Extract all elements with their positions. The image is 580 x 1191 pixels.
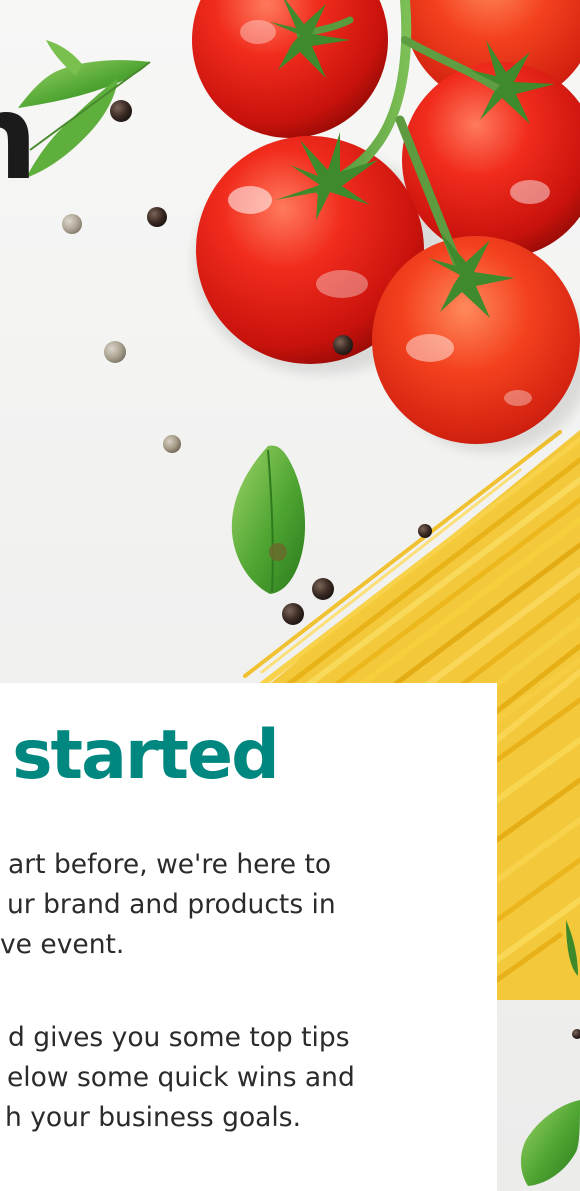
card-heading: u started — [0, 716, 280, 795]
tips-paragraph-line: d gives you some top tips — [8, 1022, 350, 1053]
tips-paragraph: d gives you some top tips elow some quic… — [0, 1018, 480, 1138]
intro-paragraph-line: ve event. — [0, 929, 125, 960]
tips-paragraph-line: h your business goals. — [5, 1102, 302, 1133]
tips-paragraph-line: elow some quick wins and — [7, 1062, 355, 1093]
hero-headline: n — [0, 78, 38, 196]
basil-leaf-illustration — [231, 445, 306, 594]
intro-paragraph-line: art before, we're here to — [8, 849, 332, 880]
intro-paragraph-line: ur brand and products in — [7, 889, 336, 920]
intro-paragraph: art before, we're here to ur brand and p… — [0, 845, 480, 965]
tomatoes-illustration — [192, 0, 580, 452]
page: n u started art before, we're here to ur… — [0, 0, 580, 1191]
